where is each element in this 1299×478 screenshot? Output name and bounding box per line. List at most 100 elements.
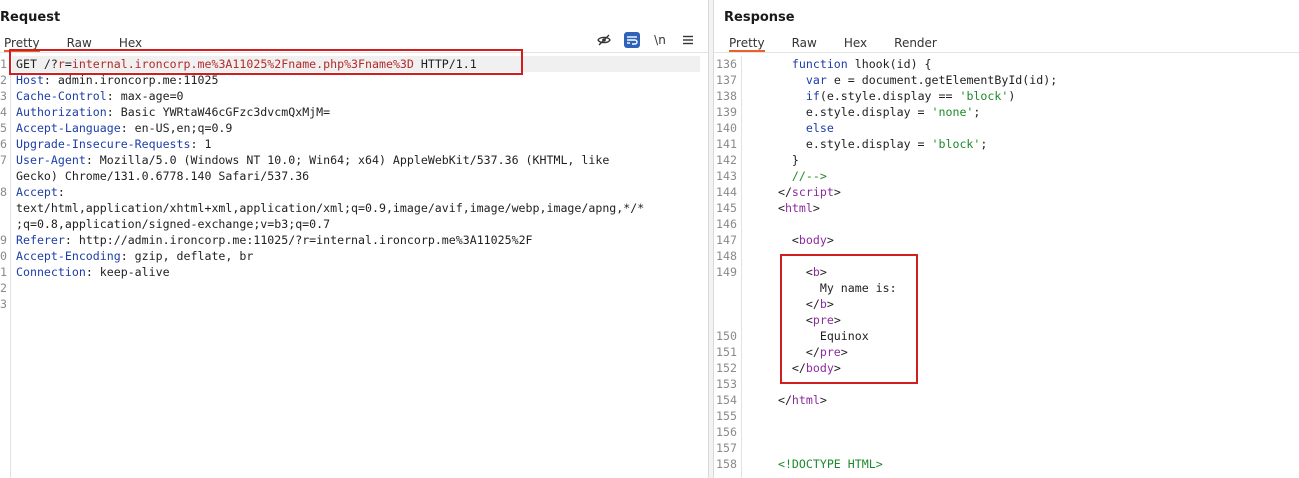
request-line-number: 9	[0, 233, 7, 247]
response-code-line: }	[764, 152, 799, 168]
response-editor[interactable]: 136 function lhook(id) {137 var e = docu…	[714, 56, 1299, 478]
menu-icon[interactable]	[680, 32, 696, 48]
response-line-number: 156	[716, 425, 737, 439]
request-editor[interactable]: 1 GET /?r=internal.ironcorp.me%3A11025%2F…	[0, 56, 708, 478]
request-code-line: User-Agent: Mozilla/5.0 (Windows NT 10.0…	[16, 152, 609, 168]
code-token: </	[764, 185, 792, 199]
request-code-line: Accept-Language: en-US,en;q=0.9	[16, 120, 232, 136]
response-code-line: function lhook(id) {	[764, 56, 932, 72]
request-line-number: 8	[0, 185, 7, 199]
code-token: }	[764, 153, 799, 167]
request-line-number: 1	[0, 265, 7, 279]
response-code-line: else	[764, 120, 834, 136]
response-code-line: My name is:	[764, 280, 897, 296]
tab-request-pretty[interactable]: Pretty	[4, 34, 40, 52]
code-token: e.style.display =	[764, 137, 932, 151]
code-token: User-Agent	[16, 153, 86, 167]
code-token: ;	[980, 137, 988, 151]
code-token: : 1	[190, 137, 212, 151]
code-token: GET /?	[16, 57, 58, 71]
request-code-line: Accept-Encoding: gzip, deflate, br	[16, 248, 253, 264]
code-token: Authorization	[16, 105, 107, 119]
code-token: (e.style.display ==	[819, 89, 960, 103]
code-token: 'block'	[959, 89, 1009, 103]
code-token: internal.ironcorp.me%3A11025%2Fname.php%…	[71, 57, 414, 71]
code-token: Gecko) Chrome/131.0.6778.140 Safari/537.…	[16, 169, 310, 183]
code-token: e.style.display =	[764, 105, 932, 119]
code-token: : en-US,en;q=0.9	[120, 121, 233, 135]
code-token: : http://admin.ironcorp.me:11025/?r=inte…	[64, 233, 533, 247]
code-token: html	[784, 201, 813, 215]
request-title: Request	[0, 10, 61, 25]
code-token: <!DOCTYPE HTML>	[777, 457, 883, 471]
code-token: <	[764, 233, 799, 247]
response-line-number: 148	[716, 249, 737, 263]
response-code-line: <!DOCTYPE HTML>	[764, 456, 883, 472]
code-token: =	[64, 57, 72, 71]
code-token: </	[764, 361, 806, 375]
code-token: </	[764, 297, 820, 311]
word-wrap-icon[interactable]	[624, 32, 640, 48]
request-code-line: Referer: http://admin.ironcorp.me:11025/…	[16, 232, 533, 248]
code-token: </	[764, 345, 820, 359]
response-line-number: 150	[716, 329, 737, 343]
newline-toggle-icon[interactable]: \n	[652, 32, 668, 48]
code-token: Accept-Language	[16, 121, 121, 135]
code-token: >	[833, 361, 841, 375]
code-token: text/html,application/xhtml+xml,applicat…	[16, 201, 645, 215]
tab-response-render[interactable]: Render	[894, 34, 937, 52]
code-token: <	[764, 201, 785, 215]
request-line-number: 2	[0, 73, 7, 87]
tab-response-pretty[interactable]: Pretty	[729, 34, 765, 52]
response-line-number: 154	[716, 393, 737, 407]
code-token: Equinox	[764, 329, 869, 343]
response-line-number: 143	[716, 169, 737, 183]
response-line-number: 149	[716, 265, 737, 279]
code-token: e = document.getElementById(id);	[826, 73, 1058, 87]
request-code-line: Upgrade-Insecure-Requests: 1	[16, 136, 211, 152]
response-line-number	[716, 312, 742, 328]
request-code-line: ;q=0.8,application/signed-exchange;v=b3;…	[16, 216, 330, 232]
code-token: >	[826, 297, 834, 311]
response-line-number: 140	[716, 121, 737, 135]
hide-eye-icon[interactable]	[596, 32, 612, 48]
response-line-number: 138	[716, 89, 737, 103]
response-code-line: </pre>	[764, 344, 848, 360]
request-code-line: Authorization: Basic YWRtaW46cGFzc3dvcmQ…	[16, 104, 330, 120]
response-line-number	[716, 296, 742, 312]
code-token: function	[791, 57, 848, 71]
request-line-number: 1	[0, 57, 7, 71]
response-line-number: 155	[716, 409, 737, 423]
tab-request-hex[interactable]: Hex	[119, 34, 142, 52]
response-code-line: </b>	[764, 296, 834, 312]
response-line-number: 153	[716, 377, 737, 391]
request-code-line: Accept:	[16, 184, 65, 200]
code-token: : Mozilla/5.0 (Windows NT 10.0; Win64; x…	[85, 153, 610, 167]
request-line-number: 3	[0, 89, 7, 103]
code-token: >	[819, 265, 827, 279]
response-line-number	[716, 280, 742, 296]
response-code-line: var e = document.getElementById(id);	[764, 72, 1057, 88]
code-token: >	[819, 393, 827, 407]
request-tabs: Pretty Raw Hex	[4, 34, 169, 52]
code-token: Accept	[16, 185, 58, 199]
code-token: lhook(id) {	[847, 57, 932, 71]
response-code-line: e.style.display = 'block';	[764, 136, 988, 152]
tab-request-raw[interactable]: Raw	[67, 34, 92, 52]
code-token: script	[791, 185, 834, 199]
code-token: body	[805, 361, 834, 375]
code-token: <	[764, 265, 813, 279]
code-token: : keep-alive	[85, 265, 170, 279]
request-line-number: 3	[0, 297, 7, 311]
request-code-line: Gecko) Chrome/131.0.6778.140 Safari/537.…	[16, 168, 309, 184]
tab-response-raw[interactable]: Raw	[792, 34, 817, 52]
response-code-line: <pre>	[764, 312, 841, 328]
response-title: Response	[724, 10, 795, 25]
tab-response-hex[interactable]: Hex	[844, 34, 867, 52]
response-line-number: 137	[716, 73, 737, 87]
